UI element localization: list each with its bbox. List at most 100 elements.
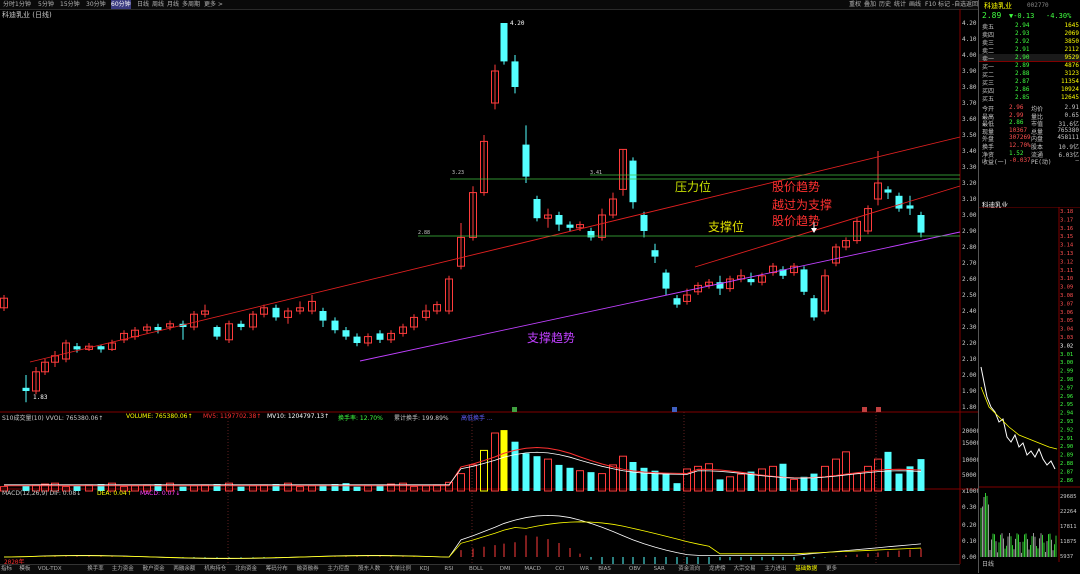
volume-mv10: MV10: 1204797.13↑: [267, 413, 330, 420]
macd-tick: 0.20: [962, 522, 977, 529]
tab-15min[interactable]: 15分钟: [60, 0, 80, 9]
bid-level-price: 2.85: [1015, 94, 1030, 101]
volume-bar: [445, 481, 453, 492]
volume-bar: [662, 473, 670, 491]
volume-bar: [576, 470, 584, 492]
tab-5min[interactable]: 5分钟: [38, 0, 54, 9]
volume-tick: 5000: [962, 472, 977, 479]
tab-30min[interactable]: 30分钟: [86, 0, 106, 9]
quote-stat: 2.99: [1009, 111, 1024, 119]
tab-60min[interactable]: 60分钟: [111, 0, 131, 9]
price-tick: 3.00: [962, 212, 977, 219]
trend-break-label-2: 越过为支撑: [772, 198, 833, 212]
mini-price-tick: 3.10: [1060, 276, 1073, 282]
price-tick: 4.10: [962, 36, 977, 43]
quote-stat: 2.96: [1009, 104, 1024, 111]
price-tick: 3.30: [962, 164, 977, 171]
btn-mark[interactable]: 标记: [938, 0, 950, 9]
quote-stat: 2.86: [1009, 119, 1024, 127]
last-price: 2.89: [982, 11, 1002, 20]
ask-level-price: 2.94: [1015, 22, 1030, 29]
price-tick: 2.50: [962, 292, 977, 299]
mini-price-tick: 3.01: [1060, 352, 1073, 358]
candle-body-down: [906, 205, 914, 209]
price-tick: 2.20: [962, 340, 977, 347]
ask-level-volume: 3850: [1064, 38, 1079, 45]
btn-stats[interactable]: 统计: [894, 0, 906, 9]
h1-marker: 3.41: [590, 170, 603, 176]
candle-body-down: [73, 346, 81, 350]
mini-price-tick: 2.90: [1060, 444, 1073, 450]
price-trend-label: 股价趋势: [772, 180, 821, 194]
tab-1min[interactable]: 1分钟: [15, 0, 31, 9]
tab-fenshi[interactable]: 分时: [3, 0, 15, 9]
volume-bar: [353, 486, 361, 491]
volume-bar: [131, 485, 139, 492]
mini-price-tick: 3.17: [1060, 217, 1073, 223]
mini-price-tick: 2.93: [1060, 419, 1073, 425]
mini-price-tick: 3.13: [1060, 251, 1073, 257]
volume-bar: [491, 432, 499, 492]
support-level-label: 支撑位: [708, 220, 745, 234]
quote-stat: 458111: [1057, 134, 1079, 142]
tab-multi[interactable]: 多周期: [182, 0, 200, 9]
mini-price-tick: 2.89: [1060, 453, 1073, 459]
orderbook-divider: [979, 61, 1080, 62]
volume-bar: [598, 473, 606, 492]
kline-chart[interactable]: 4.20 4.10 4.00 3.90 3.80 3.70 3.60 3.50 3.40 3.30…: [0, 9, 978, 564]
event-marker: [512, 407, 517, 412]
candle-body-down: [800, 269, 808, 292]
price-tick: 4.00: [962, 52, 977, 59]
tab-more[interactable]: 更多 >: [204, 0, 223, 9]
mini-price-tick: 3.08: [1060, 293, 1073, 299]
volume-bar: [800, 476, 808, 491]
volume-bar: [673, 483, 681, 491]
mini-bottom-tab[interactable]: 日线: [982, 559, 994, 568]
tab-daily[interactable]: 日线: [137, 0, 149, 9]
candle-body-down: [213, 327, 221, 337]
volume-bar: [587, 472, 595, 491]
event-marker: [862, 407, 867, 412]
btn-f10[interactable]: F10: [925, 0, 936, 9]
price-tick: 2.00: [962, 372, 977, 379]
mini-price-tick: 2.96: [1060, 394, 1073, 400]
btn-overlay[interactable]: 叠加: [864, 0, 876, 9]
tab-monthly[interactable]: 月线: [167, 0, 179, 9]
volume-bar: [399, 482, 407, 492]
mini-price-tick: 3.14: [1060, 243, 1074, 249]
quote-stat: 765380: [1057, 126, 1079, 134]
mini-price-tick: 2.88: [1060, 461, 1073, 467]
volume-bar: [544, 458, 552, 492]
price-tick: 3.90: [962, 68, 977, 75]
quote-stat: 2.91: [1064, 104, 1079, 111]
mini-intraday-chart[interactable]: 3.18 3.17 3.16 3.15 3.14 3.13 3.12 3.11 3.10 3.09…: [979, 207, 1080, 564]
event-marker: [672, 407, 677, 412]
macd-dea: DEA: 0.04↑: [97, 490, 132, 497]
btn-weight[interactable]: 重权: [849, 0, 861, 9]
bid-level-volume: 10924: [1060, 86, 1079, 93]
bid-level-volume: 12645: [1060, 94, 1079, 101]
trend-break-label: 股价趋势: [772, 214, 821, 228]
tab-weekly[interactable]: 周线: [152, 0, 164, 9]
volume-bar: [342, 483, 350, 491]
mini-price-tick: 2.98: [1060, 377, 1073, 383]
mini-price-tick: 2.92: [1060, 427, 1073, 433]
candle-body-down: [810, 298, 818, 318]
bid-level-volume: 4876: [1064, 62, 1079, 69]
ask-level-volume: 2112: [1064, 46, 1079, 53]
btn-remove-fav[interactable]: -自选: [952, 0, 966, 9]
volume-bar: [737, 473, 745, 492]
quote-stat: 1.52: [1009, 149, 1024, 157]
ask-level-price: 2.90: [1015, 54, 1030, 61]
price-change: ▼-0.13: [1009, 12, 1035, 20]
volume-bar: [864, 465, 872, 492]
volume-bar: [705, 463, 713, 492]
volume-value: VOLUME: 765380.06↑: [126, 413, 193, 420]
mini-price-tick: 2.99: [1060, 369, 1073, 375]
quote-stat: —: [1075, 157, 1079, 165]
btn-back[interactable]: 返回: [966, 0, 978, 9]
btn-history[interactable]: 历史: [879, 0, 891, 9]
btn-draw[interactable]: 画线: [909, 0, 921, 9]
mini-vol-tick: 17811: [1060, 524, 1077, 530]
price-change-pct: -4.30%: [1046, 12, 1072, 20]
